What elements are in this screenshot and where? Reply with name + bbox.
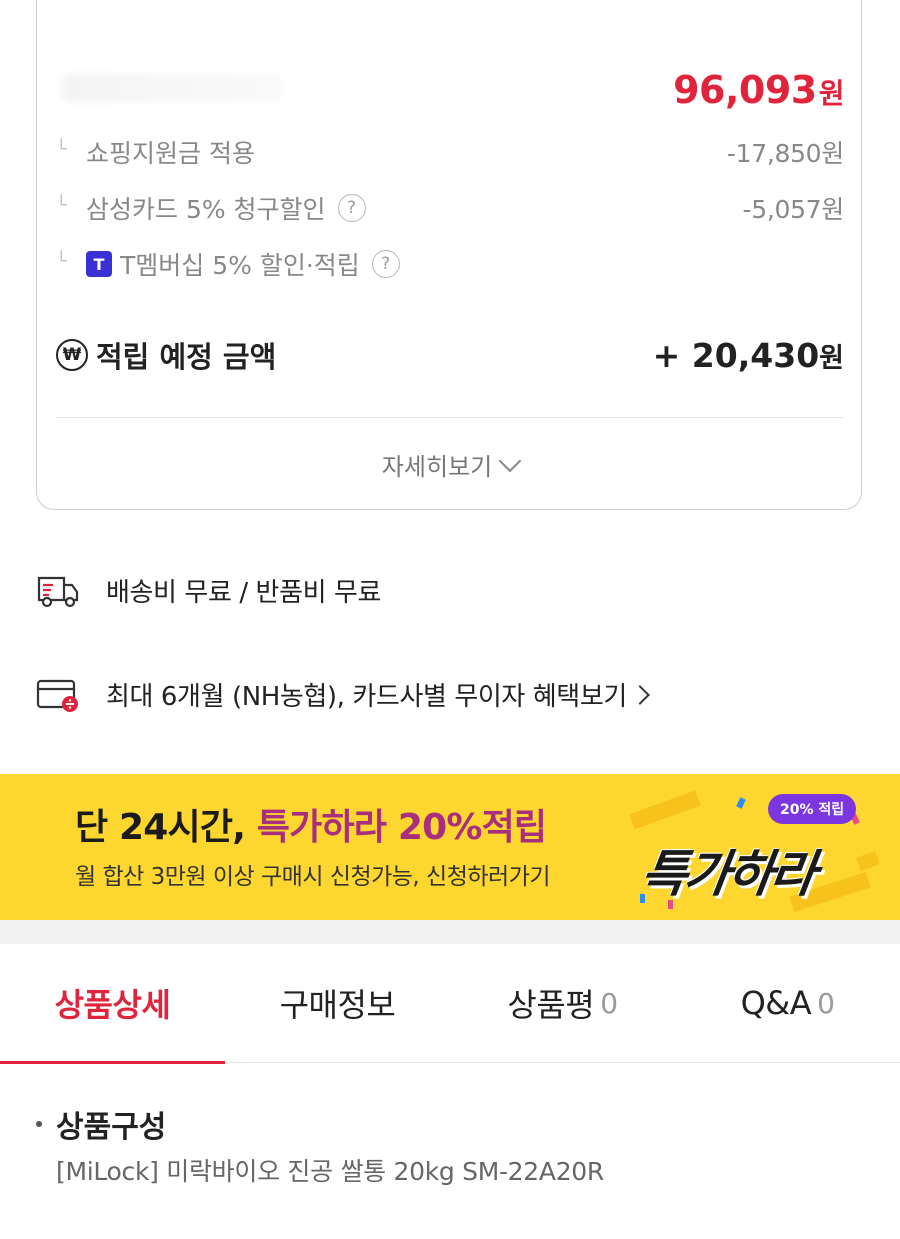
- installment-text: 최대 6개월 (NH농협), 카드사별 무이자 혜택보기: [106, 676, 650, 713]
- banner-title: 단 24시간, 특가하라 20%적립: [75, 798, 547, 850]
- help-icon[interactable]: ?: [337, 194, 366, 222]
- points-amount: + 20,430원: [653, 336, 844, 375]
- points-currency: 원: [819, 342, 844, 374]
- product-composition-body: [MiLock] 미락바이오 진공 쌀통 20kg SM-22A20R: [56, 1157, 604, 1186]
- help-icon[interactable]: ?: [371, 250, 400, 278]
- detail-toggle-label: 자세히보기: [381, 453, 493, 481]
- tab-count: 0: [600, 986, 618, 1020]
- sub-item-corner-icon: └: [56, 250, 67, 272]
- discount-amount: -5,057원: [742, 195, 845, 224]
- points-label: 적립 예정 금액: [96, 340, 277, 374]
- tab-product-detail[interactable]: 상품상세: [0, 944, 225, 1064]
- original-price-blurred: [62, 74, 282, 102]
- promo-pill: 20% 적립: [768, 794, 857, 824]
- chevron-right-icon: [629, 685, 650, 705]
- discount-row-t-membership: └ T T멤버십 5% 할인·적립 ?: [56, 244, 844, 284]
- section-title-label: 상품구성: [56, 1110, 167, 1145]
- installment-label: 최대 6개월 (NH농협), 카드사별 무이자 혜택보기: [106, 682, 627, 712]
- tab-label: 상품상세: [54, 986, 171, 1024]
- discount-label: 쇼핑지원금 적용: [86, 139, 255, 168]
- banner-subtitle: 월 합산 3만원 이상 구매시 신청가능, 신청하러가기: [75, 864, 551, 890]
- banner-title-highlight: 특가하라 20%적립: [256, 807, 547, 848]
- sub-item-corner-icon: └: [56, 194, 67, 216]
- credit-card-icon: [36, 679, 78, 712]
- sub-item-corner-icon: └: [56, 138, 67, 160]
- product-composition-title: 상품구성: [36, 1102, 166, 1146]
- shipping-info-row: 배송비 무료 / 반품비 무료: [36, 572, 381, 609]
- shipping-text: 배송비 무료 / 반품비 무료: [106, 578, 382, 608]
- section-separator: [0, 920, 900, 944]
- banner-title-prefix: 단 24시간,: [75, 807, 257, 848]
- promo-banner[interactable]: 단 24시간, 특가하라 20%적립 월 합산 3만원 이상 구매시 신청가능,…: [0, 774, 900, 920]
- tab-label: Q&A: [740, 984, 812, 1022]
- tab-purchase-info[interactable]: 구매정보: [225, 944, 450, 1062]
- chevron-down-icon: [498, 449, 522, 473]
- discount-label: T멤버십 5% 할인·적립: [120, 251, 360, 280]
- tab-qna[interactable]: Q&A 0: [675, 944, 900, 1062]
- tab-label: 상품평: [507, 986, 595, 1024]
- discount-label: 삼성카드 5% 청구할인: [86, 195, 326, 224]
- won-coin-icon: ₩: [56, 339, 88, 371]
- tab-reviews[interactable]: 상품평 0: [450, 944, 675, 1062]
- discount-row-shopping-support: └ 쇼핑지원금 적용 -17,850원: [56, 132, 844, 172]
- detail-toggle-button[interactable]: 자세히보기: [0, 447, 900, 482]
- points-amount-value: + 20,430: [652, 335, 820, 375]
- tab-label: 구매정보: [279, 986, 396, 1024]
- total-price-currency: 원: [818, 77, 845, 110]
- card-divider: [56, 417, 844, 418]
- product-tabs: 상품상세 구매정보 상품평 0 Q&A 0: [0, 944, 900, 1064]
- discount-row-samsung-card: └ 삼성카드 5% 청구할인 ? -5,057원: [56, 188, 844, 228]
- total-price: 96,093원: [673, 68, 844, 112]
- discount-amount: -17,850원: [726, 139, 844, 168]
- t-membership-icon: T: [86, 251, 112, 277]
- expected-points-row: ₩ 적립 예정 금액 + 20,430원: [56, 330, 844, 380]
- bullet-icon: [36, 1121, 42, 1127]
- promo-logo: 특가하라: [637, 845, 818, 903]
- total-price-value: 96,093: [673, 68, 817, 112]
- installment-info-row[interactable]: 최대 6개월 (NH농협), 카드사별 무이자 혜택보기: [36, 676, 650, 713]
- delivery-truck-icon: [37, 576, 79, 607]
- banner-artwork: 20% 적립 특가하라: [620, 784, 880, 914]
- tab-count: 0: [817, 986, 835, 1020]
